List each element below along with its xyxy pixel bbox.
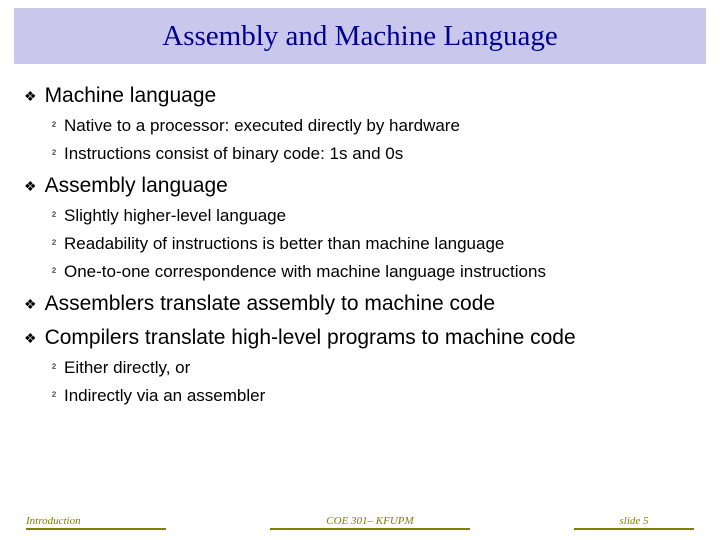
diamond-icon: ❖: [24, 178, 37, 195]
footer-right: slide 5: [574, 515, 694, 530]
sub-icon: ²: [52, 361, 56, 375]
bullet-l2: ² Instructions consist of binary code: 1…: [52, 144, 696, 164]
bullet-l1: ❖ Machine language: [24, 84, 696, 108]
footer: Introduction COE 301– KFUPM slide 5: [26, 515, 694, 530]
title-bar: Assembly and Machine Language: [14, 8, 706, 64]
bullet-text: Indirectly via an assembler: [64, 386, 265, 406]
footer-center: COE 301– KFUPM: [270, 515, 470, 530]
diamond-icon: ❖: [24, 296, 37, 313]
bullet-text: Assembly language: [45, 174, 228, 198]
sub-icon: ²: [52, 119, 56, 133]
sub-icon: ²: [52, 147, 56, 161]
slide: Assembly and Machine Language ❖ Machine …: [0, 0, 720, 540]
bullet-text: One-to-one correspondence with machine l…: [64, 262, 546, 282]
bullet-l2: ² Indirectly via an assembler: [52, 386, 696, 406]
bullet-text: Native to a processor: executed directly…: [64, 116, 460, 136]
bullet-l2: ² Either directly, or: [52, 358, 696, 378]
bullet-l2: ² Native to a processor: executed direct…: [52, 116, 696, 136]
bullet-text: Compilers translate high-level programs …: [45, 326, 576, 350]
bullet-text: Machine language: [45, 84, 217, 108]
slide-title: Assembly and Machine Language: [162, 20, 557, 53]
bullet-l1: ❖ Compilers translate high-level program…: [24, 326, 696, 350]
bullet-text: Assemblers translate assembly to machine…: [45, 292, 496, 316]
bullet-l2: ² Slightly higher-level language: [52, 206, 696, 226]
sub-icon: ²: [52, 265, 56, 279]
bullet-l2: ² Readability of instructions is better …: [52, 234, 696, 254]
bullet-l2: ² One-to-one correspondence with machine…: [52, 262, 696, 282]
footer-left: Introduction: [26, 515, 166, 530]
bullet-text: Instructions consist of binary code: 1s …: [64, 144, 403, 164]
sub-icon: ²: [52, 209, 56, 223]
diamond-icon: ❖: [24, 88, 37, 105]
diamond-icon: ❖: [24, 330, 37, 347]
bullet-l1: ❖ Assemblers translate assembly to machi…: [24, 292, 696, 316]
slide-body: ❖ Machine language ² Native to a process…: [0, 64, 720, 406]
bullet-text: Slightly higher-level language: [64, 206, 286, 226]
sub-icon: ²: [52, 389, 56, 403]
bullet-text: Readability of instructions is better th…: [64, 234, 504, 254]
bullet-text: Either directly, or: [64, 358, 190, 378]
sub-icon: ²: [52, 237, 56, 251]
bullet-l1: ❖ Assembly language: [24, 174, 696, 198]
